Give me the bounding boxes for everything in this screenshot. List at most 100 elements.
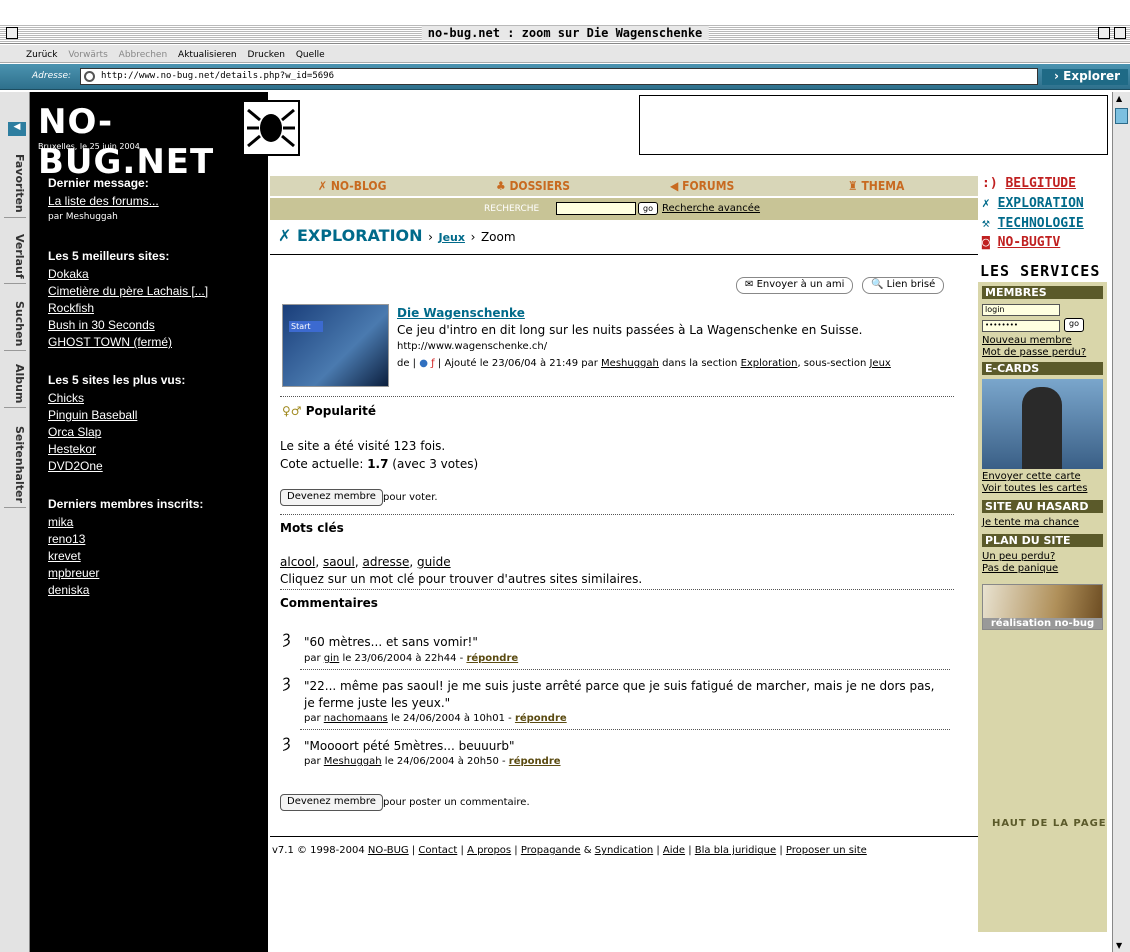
divider bbox=[300, 669, 950, 670]
keyword-link[interactable]: guide bbox=[417, 555, 451, 569]
become-member-button[interactable]: Devenez membre bbox=[280, 489, 383, 506]
site-name-link[interactable]: Die Wagenschenke bbox=[397, 306, 525, 320]
comment-author-link[interactable]: Meshuggah bbox=[324, 756, 382, 767]
ecard-image[interactable] bbox=[982, 379, 1103, 469]
best-site-link[interactable]: GHOST TOWN (fermé) bbox=[48, 334, 263, 351]
reply-link[interactable]: répondre bbox=[509, 756, 561, 767]
subsection-link[interactable]: Jeux bbox=[869, 358, 890, 369]
viewed-site-link[interactable]: Hestekor bbox=[48, 441, 263, 458]
refresh-button[interactable]: Aktualisieren bbox=[178, 50, 237, 60]
close-box-icon[interactable] bbox=[6, 27, 18, 39]
vertical-scrollbar[interactable]: ▲ ▼ bbox=[1112, 92, 1130, 952]
best-site-link[interactable]: Rockfish bbox=[48, 300, 263, 317]
send-friend-button[interactable]: ✉ Envoyer à un ami bbox=[736, 277, 854, 294]
scroll-thumb[interactable] bbox=[1115, 108, 1128, 124]
best-site-link[interactable]: Cimetière du père Lachais [...] bbox=[48, 283, 263, 300]
page-icon bbox=[84, 71, 95, 82]
divider bbox=[280, 589, 954, 590]
sitemap-link[interactable]: Un peu perdu? bbox=[982, 551, 1055, 562]
site-thumbnail[interactable]: Start bbox=[282, 304, 389, 387]
sitemap-link-2[interactable]: Pas de panique bbox=[982, 563, 1058, 574]
footer-link-syndication[interactable]: Syndication bbox=[595, 845, 654, 856]
search-go-button[interactable]: go bbox=[638, 202, 658, 215]
address-input[interactable]: http://www.no-bug.net/details.php?w_id=5… bbox=[80, 68, 1038, 85]
best-site-link[interactable]: Bush in 30 Seconds bbox=[48, 317, 263, 334]
footer-link-propose[interactable]: Proposer un site bbox=[786, 845, 867, 856]
footer-link-about[interactable]: A propos bbox=[467, 845, 511, 856]
last-message-title: Dernier message: bbox=[48, 176, 149, 190]
keyword-link[interactable]: alcool bbox=[280, 555, 315, 569]
password-input[interactable]: •••••••• bbox=[982, 320, 1060, 332]
new-member-link[interactable]: Nouveau membre bbox=[982, 335, 1072, 346]
explorer-button[interactable]: › Explorer bbox=[1042, 69, 1128, 85]
keyword-link[interactable]: saoul bbox=[323, 555, 355, 569]
best-site-link[interactable]: Dokaka bbox=[48, 266, 263, 283]
nav-dossiers[interactable]: ♣ DOSSIERS bbox=[496, 179, 570, 193]
tab-verlauf[interactable]: Verlauf bbox=[4, 230, 26, 284]
viewed-site-link[interactable]: Pinguin Baseball bbox=[48, 407, 263, 424]
zoom-box-icon[interactable] bbox=[1098, 27, 1110, 39]
nav-exploration[interactable]: ✗ EXPLORATION bbox=[982, 196, 1084, 211]
random-site-link[interactable]: Je tente ma chance bbox=[982, 517, 1079, 528]
nav-nobugtv[interactable]: ◙ NO-BUGTV bbox=[982, 235, 1060, 250]
viewed-site-link[interactable]: DVD2One bbox=[48, 458, 263, 475]
lost-password-link[interactable]: Mot de passe perdu? bbox=[982, 347, 1086, 358]
comment-author-link[interactable]: gin bbox=[324, 653, 339, 664]
tab-album[interactable]: Album bbox=[4, 360, 26, 409]
reply-link[interactable]: répondre bbox=[515, 713, 567, 724]
collapse-box-icon[interactable] bbox=[1114, 27, 1126, 39]
footer-link-help[interactable]: Aide bbox=[663, 845, 685, 856]
stop-button[interactable]: Abbrechen bbox=[119, 50, 168, 60]
nav-noblog[interactable]: ✗ NO-BLOG bbox=[318, 179, 386, 193]
footer-link-legal[interactable]: Bla bla juridique bbox=[695, 845, 776, 856]
breadcrumb-current: Zoom bbox=[480, 230, 516, 244]
nav-technologie[interactable]: ⚒ TECHNOLOGIE bbox=[982, 216, 1084, 231]
advanced-search-link[interactable]: Recherche avancée bbox=[662, 203, 760, 214]
print-button[interactable]: Drucken bbox=[248, 50, 285, 60]
breadcrumb-sub[interactable]: Jeux bbox=[439, 231, 465, 244]
login-input[interactable]: login bbox=[982, 304, 1060, 316]
most-viewed-section: Les 5 sites les plus vus: Chicks Pinguin… bbox=[48, 373, 263, 475]
reply-link[interactable]: répondre bbox=[466, 653, 518, 664]
credit-banner[interactable]: réalisation no-bug bbox=[982, 584, 1103, 630]
author-link[interactable]: Meshuggah bbox=[601, 358, 659, 369]
back-button[interactable]: Zurück bbox=[26, 50, 57, 60]
member-link[interactable]: mika bbox=[48, 514, 263, 531]
left-column: NO-BUG.NET Bruxelles, le 25 juin 2004 De… bbox=[30, 92, 300, 952]
source-button[interactable]: Quelle bbox=[296, 50, 325, 60]
member-link[interactable]: reno13 bbox=[48, 531, 263, 548]
nav-thema[interactable]: ♜ THEMA bbox=[848, 179, 904, 193]
tab-suchen[interactable]: Suchen bbox=[4, 297, 26, 352]
login-go-button[interactable]: go bbox=[1064, 318, 1084, 332]
scroll-down-icon[interactable]: ▼ bbox=[1116, 941, 1122, 950]
send-card-link[interactable]: Envoyer cette carte bbox=[982, 471, 1081, 482]
back-to-top-link[interactable]: HAUT DE LA PAGE bbox=[992, 818, 1107, 829]
tab-favoriten[interactable]: Favoriten bbox=[4, 150, 26, 218]
become-member-comment-button[interactable]: Devenez membre bbox=[280, 794, 383, 811]
member-link[interactable]: mpbreuer bbox=[48, 565, 263, 582]
search-input[interactable] bbox=[556, 202, 636, 215]
breadcrumb-section[interactable]: EXPLORATION bbox=[297, 226, 423, 245]
member-link[interactable]: krevet bbox=[48, 548, 263, 565]
member-link[interactable]: deniska bbox=[48, 582, 263, 599]
broken-link-button[interactable]: 🔍 Lien brisé bbox=[862, 277, 945, 294]
sidebar-toggle-icon[interactable]: ◀ bbox=[8, 122, 26, 136]
site-url[interactable]: http://www.wagenschenke.ch/ bbox=[397, 341, 547, 352]
viewed-site-link[interactable]: Chicks bbox=[48, 390, 263, 407]
footer-link-contact[interactable]: Contact bbox=[418, 845, 457, 856]
keyword-link[interactable]: adresse bbox=[362, 555, 409, 569]
nav-belgitude[interactable]: :) BELGITUDE bbox=[982, 176, 1076, 191]
keyword-list: alcool, saoul, adresse, guide bbox=[280, 555, 451, 569]
comment-author-link[interactable]: nachomaans bbox=[324, 713, 388, 724]
section-link[interactable]: Exploration bbox=[741, 358, 798, 369]
tab-seitenhalter[interactable]: Seitenhalter bbox=[4, 422, 26, 508]
footer-link-nobug[interactable]: NO-BUG bbox=[368, 845, 409, 856]
forward-button[interactable]: Vorwärts bbox=[68, 50, 107, 60]
scroll-up-icon[interactable]: ▲ bbox=[1116, 94, 1122, 103]
viewed-site-link[interactable]: Orca Slap bbox=[48, 424, 263, 441]
nav-forums[interactable]: ◀ FORUMS bbox=[670, 179, 734, 193]
all-cards-link[interactable]: Voir toutes les cartes bbox=[982, 483, 1087, 494]
forum-link[interactable]: La liste des forums... bbox=[48, 193, 263, 210]
keyword-hint: Cliquez sur un mot clé pour trouver d'au… bbox=[280, 572, 643, 586]
footer-link-propagande[interactable]: Propagande bbox=[521, 845, 581, 856]
